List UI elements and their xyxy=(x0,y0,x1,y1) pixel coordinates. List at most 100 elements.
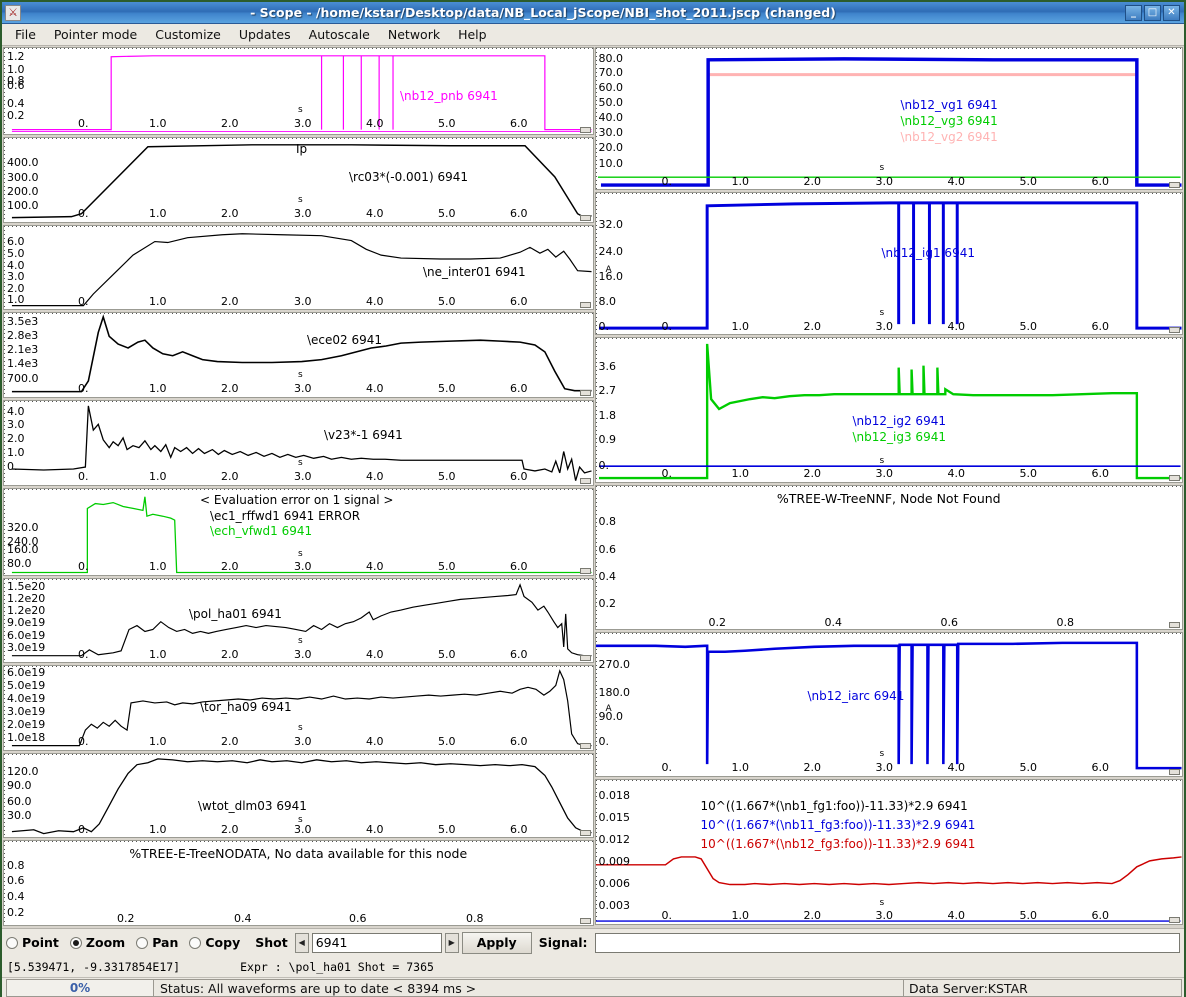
shot-input[interactable] xyxy=(311,932,442,953)
panel-treennf[interactable]: 0.8 0.6 0.4 0.2 0.2 0.4 0.6 0.8 %TREE-W-… xyxy=(594,485,1183,630)
signal-label-nb12-pnb[interactable]: \nb12_pnb 6941 xyxy=(400,89,498,104)
nodata-message: %TREE-E-TreeNODATA, No data available fo… xyxy=(129,846,468,862)
ytick-label: 6.0 xyxy=(7,234,25,248)
signal-label-nb12-ig1[interactable]: \nb12_ig1 6941 xyxy=(882,246,975,261)
signal-label-nb12-iarc[interactable]: \nb12_iarc 6941 xyxy=(808,689,905,704)
signal-label-nb12-vg2[interactable]: \nb12_vg2 6941 xyxy=(901,130,998,145)
panel-resize-grip[interactable] xyxy=(579,655,591,662)
shot-increment-button[interactable]: ▶ xyxy=(444,932,459,953)
ytick-label: 180.0 xyxy=(598,686,631,699)
signal-label-tor-ha09[interactable]: \tor_ha09 6941 xyxy=(200,700,292,715)
panel-resize-grip[interactable] xyxy=(579,127,591,134)
mode-pan[interactable]: Pan xyxy=(136,935,178,950)
mode-point[interactable]: Point xyxy=(6,935,59,950)
close-button[interactable]: ✕ xyxy=(1163,4,1180,21)
panel-fg-expr[interactable]: 0.018 0.015 0.012 0.009 0.006 0.003 0. 1… xyxy=(594,779,1183,925)
signal-label-ne-inter01[interactable]: \ne_inter01 6941 xyxy=(423,265,526,280)
panel-pol-ha01[interactable]: 1.5e20 1.2e20 1.2e20 9.0e19 6.0e19 3.0e1… xyxy=(3,577,594,664)
xtick-label: 1.0 xyxy=(731,320,750,333)
signal-label-nb1-fg1[interactable]: 10^((1.667*(\nb1_fg1:foo))-11.33)*2.9 69… xyxy=(701,799,968,814)
menu-help[interactable]: Help xyxy=(449,25,496,44)
xtick-label: 6.0 xyxy=(1091,175,1110,188)
panel-nb12-pnb[interactable]: 1.2 1.0 0.8 0.6 0.4 0.2 0. 1.0 2.0 3.0 4… xyxy=(3,47,594,136)
ytick-label: 1.2e20 xyxy=(7,591,46,605)
signal-label-wtot-dlm03[interactable]: \wtot_dlm03 6941 xyxy=(198,799,307,814)
xtick-label: 6.0 xyxy=(1091,467,1110,480)
signal-label-nb12-ig2[interactable]: \nb12_ig2 6941 xyxy=(853,414,946,429)
signal-input[interactable] xyxy=(594,932,1180,953)
panel-v23[interactable]: 4.0 3.0 2.0 1.0 0. 0. 1.0 2.0 3.0 4.0 5.… xyxy=(3,399,594,487)
panel-resize-grip[interactable] xyxy=(579,917,591,924)
panel-ne-inter01[interactable]: 6.0 5.0 4.0 3.0 2.0 1.0 0. 1.0 2.0 3.0 4… xyxy=(3,224,594,311)
xtick-label: 0.6 xyxy=(940,616,959,629)
panel-ece02[interactable]: 3.5e3 2.8e3 2.1e3 1.4e3 700.0 0. 1.0 2.0… xyxy=(3,312,594,398)
panel-nb12-ig1[interactable]: 32.0 24.0 16.0 8.0 0. 0. 1.0 2.0 3.0 4.0… xyxy=(594,192,1183,335)
minimize-button[interactable]: _ xyxy=(1125,4,1142,21)
mode-zoom[interactable]: Zoom xyxy=(69,935,125,950)
apply-button[interactable]: Apply xyxy=(461,931,532,954)
xtick-label: 2.0 xyxy=(221,647,239,661)
ytick-label: 0.4 xyxy=(7,97,25,110)
panel-resize-grip[interactable] xyxy=(1169,327,1180,333)
menu-updates[interactable]: Updates xyxy=(230,25,300,44)
xtick-label: 3.0 xyxy=(294,647,312,661)
signal-label-nb12-vg1[interactable]: \nb12_vg1 6941 xyxy=(901,98,998,113)
panel-resize-grip[interactable] xyxy=(579,214,591,221)
status-message: Status: All waveforms are up to date < 8… xyxy=(154,979,904,997)
panel-resize-grip[interactable] xyxy=(579,742,591,749)
xtick-label: 6.0 xyxy=(510,822,528,836)
panel-resize-grip[interactable] xyxy=(1169,622,1180,628)
panel-nb12-iarc[interactable]: 270.0 180.0 90.0 0. 0. 1.0 2.0 3.0 4.0 5… xyxy=(594,632,1183,777)
menu-network[interactable]: Network xyxy=(379,25,449,44)
panel-resize-grip[interactable] xyxy=(579,302,591,309)
radio-copy-icon[interactable] xyxy=(189,936,202,949)
panel-ech[interactable]: 320.0 240.0 160.0 80.0 0. 1.0 2.0 3.0 4.… xyxy=(3,488,594,576)
radio-pan-icon[interactable] xyxy=(136,936,149,949)
panel-resize-grip[interactable] xyxy=(579,389,591,396)
menu-autoscale[interactable]: Autoscale xyxy=(300,25,379,44)
signal-label-ech-vfwd1[interactable]: \ech_vfwd1 6941 xyxy=(210,524,312,539)
ytick-label: 5.0e19 xyxy=(7,679,46,693)
menu-pointer-mode[interactable]: Pointer mode xyxy=(45,25,146,44)
signal-label-nb12-fg3[interactable]: 10^((1.667*(\nb12_fg3:foo))-11.33)*2.9 6… xyxy=(701,837,976,852)
xtick-label: 3.0 xyxy=(875,175,894,188)
signal-label-nb11-fg3[interactable]: 10^((1.667*(\nb11_fg3:foo))-11.33)*2.9 6… xyxy=(701,818,976,833)
menu-file[interactable]: File xyxy=(6,25,45,44)
mode-copy[interactable]: Copy xyxy=(189,935,240,950)
xtick-label: 2.0 xyxy=(221,117,239,130)
panel-resize-grip[interactable] xyxy=(579,830,591,837)
radio-point-icon[interactable] xyxy=(6,936,18,949)
signal-label-rc03[interactable]: \rc03*(-0.001) 6941 xyxy=(349,170,468,185)
ytick-label: 1.2 xyxy=(7,50,25,63)
menu-customize[interactable]: Customize xyxy=(146,25,230,44)
signal-label-nb12-vg3[interactable]: \nb12_vg3 6941 xyxy=(901,114,998,129)
panel-resize-grip[interactable] xyxy=(1169,182,1180,188)
panel-rc03[interactable]: 400.0 300.0 200.0 100.0 0. 1.0 2.0 3.0 4… xyxy=(3,137,594,223)
xaxis-unit: s xyxy=(298,457,303,468)
panel-resize-grip[interactable] xyxy=(579,478,591,485)
right-plot-column: 80.0 70.0 60.0 50.0 40.0 30.0 20.0 10.0 … xyxy=(594,47,1183,928)
xtick-label: 2.0 xyxy=(221,294,239,308)
signal-label-pol-ha01[interactable]: \pol_ha01 6941 xyxy=(189,607,282,622)
xtick-label: 5.0 xyxy=(438,560,456,574)
panel-tor-ha09[interactable]: 6.0e19 5.0e19 4.0e19 3.0e19 2.0e19 1.0e1… xyxy=(3,665,594,751)
radio-zoom-icon[interactable] xyxy=(69,936,82,949)
panel-wtot-dlm03[interactable]: 120.0 90.0 60.0 30.0 0. 1.0 2.0 3.0 4.0 … xyxy=(3,752,594,839)
signal-label-ece02[interactable]: \ece02 6941 xyxy=(307,333,382,348)
xtick-label: 4.0 xyxy=(366,117,384,130)
shot-decrement-button[interactable]: ◀ xyxy=(294,932,309,953)
panel-nb12-vg[interactable]: 80.0 70.0 60.0 50.0 40.0 30.0 20.0 10.0 … xyxy=(594,47,1183,190)
panel-nodata[interactable]: 0.8 0.6 0.4 0.2 0.2 0.4 0.6 0.8 %TREE-E-… xyxy=(3,840,594,926)
mode-pan-label: Pan xyxy=(152,935,179,950)
signal-label-ec1-rffwd1[interactable]: \ec1_rffwd1 6941 ERROR xyxy=(210,509,360,524)
signal-label-nb12-ig3[interactable]: \nb12_ig3 6941 xyxy=(853,430,946,445)
panel-resize-grip[interactable] xyxy=(579,567,591,574)
xaxis-unit: s xyxy=(298,105,303,115)
panel-nb12-ig23[interactable]: 3.6 2.7 1.8 0.9 0. 0. 1.0 2.0 3.0 4.0 5.… xyxy=(594,337,1183,483)
panel-resize-grip[interactable] xyxy=(1169,475,1180,481)
maximize-button[interactable]: □ xyxy=(1144,4,1161,21)
signal-label-v23[interactable]: \v23*-1 6941 xyxy=(324,428,403,443)
xtick-label: 4.0 xyxy=(366,560,384,574)
panel-resize-grip[interactable] xyxy=(1169,917,1180,923)
panel-resize-grip[interactable] xyxy=(1169,769,1180,775)
